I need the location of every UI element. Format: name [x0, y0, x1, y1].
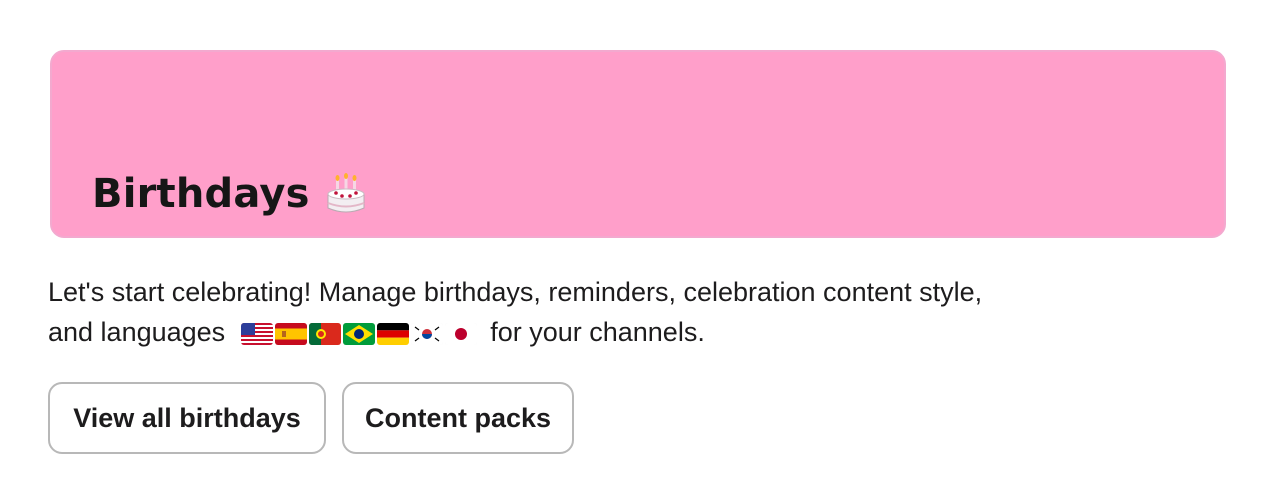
banner-title: Birthdays — [92, 171, 310, 217]
content-packs-button[interactable]: Content packs — [342, 382, 574, 454]
banner-title-row: Birthdays — [92, 172, 368, 216]
description-line-2: and languages for your channels. — [48, 312, 1108, 352]
description: Let's start celebrating! Manage birthday… — [48, 272, 1108, 352]
view-all-birthdays-button[interactable]: View all birthdays — [48, 382, 326, 454]
description-line-1: Let's start celebrating! Manage birthday… — [48, 277, 983, 307]
japan-flag-icon — [444, 323, 477, 345]
south-korea-flag-icon — [410, 323, 443, 345]
language-flags — [240, 323, 477, 345]
portugal-flag-icon — [308, 323, 341, 345]
spain-flag-icon — [274, 323, 307, 345]
brazil-flag-icon — [342, 323, 375, 345]
birthday-cake-icon — [327, 173, 365, 213]
description-languages-suffix: for your channels. — [490, 317, 705, 347]
us-flag-icon — [240, 323, 273, 345]
germany-flag-icon — [376, 323, 409, 345]
birthdays-banner: Birthdays — [50, 50, 1226, 238]
description-languages-prefix: and languages — [48, 317, 226, 347]
